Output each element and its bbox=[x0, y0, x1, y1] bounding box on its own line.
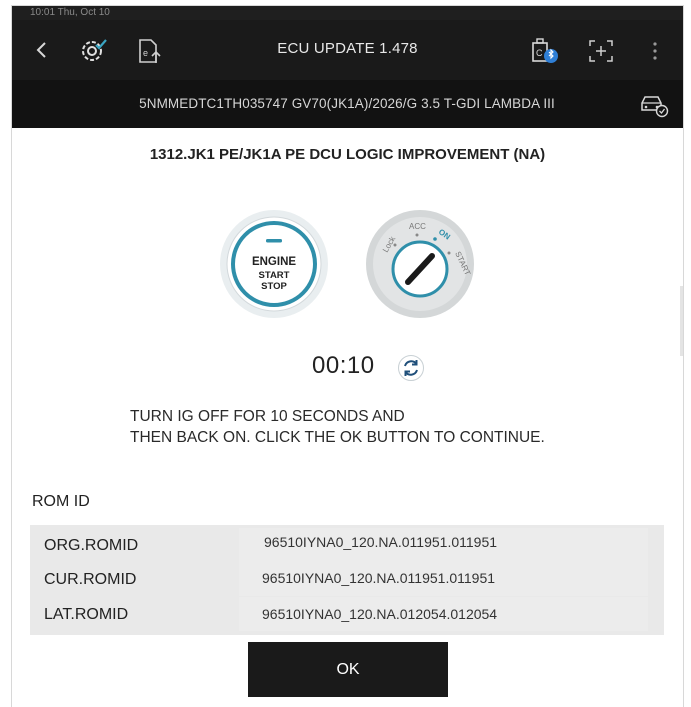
table-row: CUR.ROMID 96510IYNA0_120.NA.011951.01195… bbox=[30, 562, 664, 596]
instruction-text: TURN IG OFF FOR 10 SECONDS AND THEN BACK… bbox=[130, 406, 545, 448]
ignition-key-icon: Lock ACC ON START bbox=[366, 210, 474, 318]
vehicle-info: 5NMMEDTC1TH035747 GV70(JK1A)/2026/G 3.5 … bbox=[139, 96, 555, 111]
refresh-icon[interactable] bbox=[396, 353, 426, 383]
update-title: 1312.JK1 PE/JK1A PE DCU LOGIC IMPROVEMEN… bbox=[149, 146, 546, 163]
settings-check-icon[interactable] bbox=[78, 36, 108, 66]
rom-key: ORG.ROMID bbox=[44, 537, 139, 554]
rom-value: 96510IYNA0_120.NA.012054.012054 bbox=[262, 606, 498, 622]
ok-button[interactable]: OK bbox=[248, 642, 448, 697]
capture-icon[interactable] bbox=[586, 36, 616, 66]
rom-value: 96510IYNA0_120.NA.011951.011951 bbox=[262, 570, 496, 586]
start-label: START bbox=[259, 270, 290, 281]
rom-value: 96510IYNA0_120.NA.011951.011951 bbox=[264, 534, 498, 550]
table-row: LAT.ROMID 96510IYNA0_120.NA.012054.01205… bbox=[30, 597, 664, 631]
rom-key: CUR.ROMID bbox=[44, 571, 137, 588]
table-row: ORG.ROMID 96510IYNA0_120.NA.011951.01195… bbox=[30, 528, 664, 562]
engine-start-stop-icon: ENGINE START STOP bbox=[220, 210, 328, 318]
app-title: ECU UPDATE 1.478 bbox=[277, 40, 418, 57]
vehicle-info-bar: 5NMMEDTC1TH035747 GV70(JK1A)/2026/G 3.5 … bbox=[12, 80, 683, 128]
engine-label: ENGINE bbox=[252, 256, 296, 268]
status-time: 10:01 Thu, Oct 10 bbox=[30, 7, 110, 18]
rom-id-label: ROM ID bbox=[32, 493, 90, 510]
svg-text:C: C bbox=[536, 48, 543, 58]
status-bar: 10:01 Thu, Oct 10 bbox=[12, 6, 683, 20]
svg-text:e: e bbox=[143, 48, 148, 58]
back-icon[interactable] bbox=[32, 38, 52, 62]
scrollbar[interactable] bbox=[680, 286, 683, 356]
countdown-timer: 00:10 bbox=[312, 352, 375, 379]
more-icon[interactable] bbox=[640, 36, 670, 66]
instruction-line-1: TURN IG OFF FOR 10 SECONDS AND bbox=[130, 408, 405, 425]
app-bar: e ECU UPDATE 1.478 C bbox=[12, 20, 683, 80]
acc-label: ACC bbox=[409, 222, 426, 231]
car-info-icon[interactable] bbox=[639, 92, 669, 118]
stop-label: STOP bbox=[261, 281, 287, 292]
instruction-line-2: THEN BACK ON. CLICK THE OK BUTTON TO CON… bbox=[130, 429, 545, 446]
document-upload-icon[interactable]: e bbox=[134, 36, 164, 66]
app-window: 10:01 Thu, Oct 10 e ECU UPDATE 1.478 C 5… bbox=[12, 6, 683, 707]
rom-id-table: ORG.ROMID 96510IYNA0_120.NA.011951.01195… bbox=[30, 525, 664, 635]
rom-key: LAT.ROMID bbox=[44, 606, 129, 623]
vci-bluetooth-icon[interactable]: C bbox=[528, 36, 558, 66]
